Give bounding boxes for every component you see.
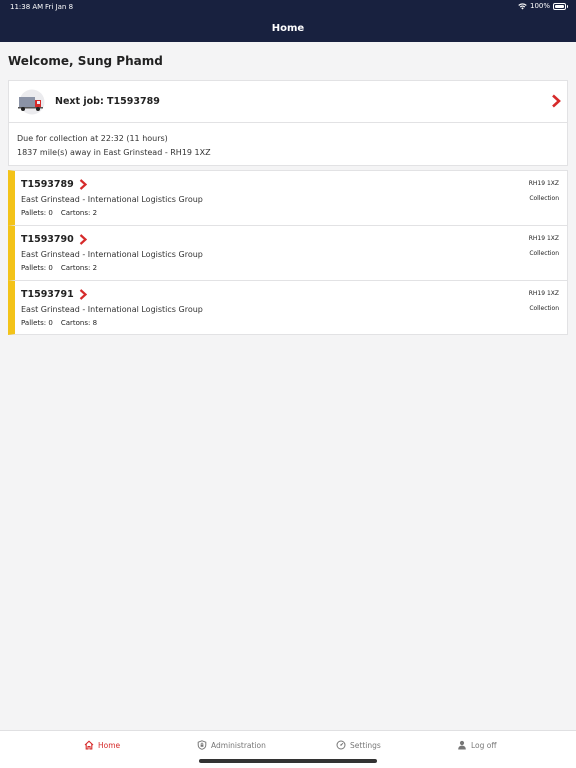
job-id: T1593790	[21, 234, 74, 245]
status-bar: 11:38 AM Fri Jan 8 100%	[0, 0, 576, 14]
chevron-right-icon	[552, 94, 561, 108]
truck-icon	[18, 89, 45, 115]
job-pallets: Pallets: 0	[21, 209, 53, 217]
next-job-details: Due for collection at 22:32 (11 hours) 1…	[8, 122, 568, 166]
job-type: Collection	[529, 195, 559, 202]
job-type: Collection	[529, 305, 559, 312]
job-pallets: Pallets: 0	[21, 319, 53, 327]
job-postcode: RH19 1XZ	[528, 180, 559, 187]
person-icon	[458, 740, 466, 750]
next-job-button[interactable]: Next job: T1593789	[8, 80, 568, 122]
job-id: T1593791	[21, 289, 74, 300]
job-id: T1593789	[21, 179, 74, 190]
tab-settings[interactable]: Settings	[336, 740, 381, 750]
home-icon	[84, 740, 94, 750]
chevron-right-icon	[79, 289, 87, 300]
chevron-right-icon	[79, 234, 87, 245]
tab-home-label: Home	[98, 740, 121, 750]
job-cartons: Cartons: 8	[60, 319, 98, 327]
job-card[interactable]: T1593789 East Grinstead - International …	[8, 170, 568, 225]
tab-home[interactable]: Home	[84, 740, 120, 750]
nav-bar: Home	[0, 14, 576, 42]
tab-log-off-label: Log off	[471, 740, 497, 750]
job-list: T1593789 East Grinstead - International …	[8, 170, 568, 335]
tab-log-off[interactable]: Log off	[457, 740, 497, 750]
next-job-due: Due for collection at 22:32 (11 hours)	[17, 134, 168, 143]
job-cartons: Cartons: 2	[60, 209, 98, 217]
wifi-icon	[518, 2, 527, 9]
chevron-right-icon	[79, 179, 87, 190]
welcome-heading: Welcome, Sung Phamd	[8, 54, 163, 68]
tab-administration[interactable]: Administration	[197, 740, 266, 750]
job-company: East Grinstead - International Logistics…	[21, 305, 203, 314]
job-cartons: Cartons: 2	[60, 264, 98, 272]
job-postcode: RH19 1XZ	[528, 290, 559, 297]
shield-icon	[197, 740, 207, 750]
tab-settings-label: Settings	[350, 740, 381, 750]
battery-icon	[553, 2, 568, 10]
job-company: East Grinstead - International Logistics…	[21, 250, 203, 259]
battery-percent: 100%	[529, 2, 550, 10]
job-postcode: RH19 1XZ	[528, 235, 559, 242]
job-type: Collection	[529, 250, 559, 257]
status-date: Fri Jan 8	[45, 3, 74, 11]
next-job-label: Next job: T1593789	[55, 96, 160, 107]
job-card[interactable]: T1593791 East Grinstead - International …	[8, 280, 568, 335]
gauge-icon	[336, 740, 346, 750]
job-pallets: Pallets: 0	[21, 264, 53, 272]
page-title: Home	[271, 22, 305, 34]
job-company: East Grinstead - International Logistics…	[21, 195, 203, 204]
job-card[interactable]: T1593790 East Grinstead - International …	[8, 225, 568, 280]
home-indicator[interactable]	[199, 759, 377, 763]
next-job-distance: 1837 mile(s) away in East Grinstead - RH…	[17, 148, 211, 157]
tab-administration-label: Administration	[211, 740, 266, 750]
status-time: 11:38 AM	[10, 3, 44, 11]
